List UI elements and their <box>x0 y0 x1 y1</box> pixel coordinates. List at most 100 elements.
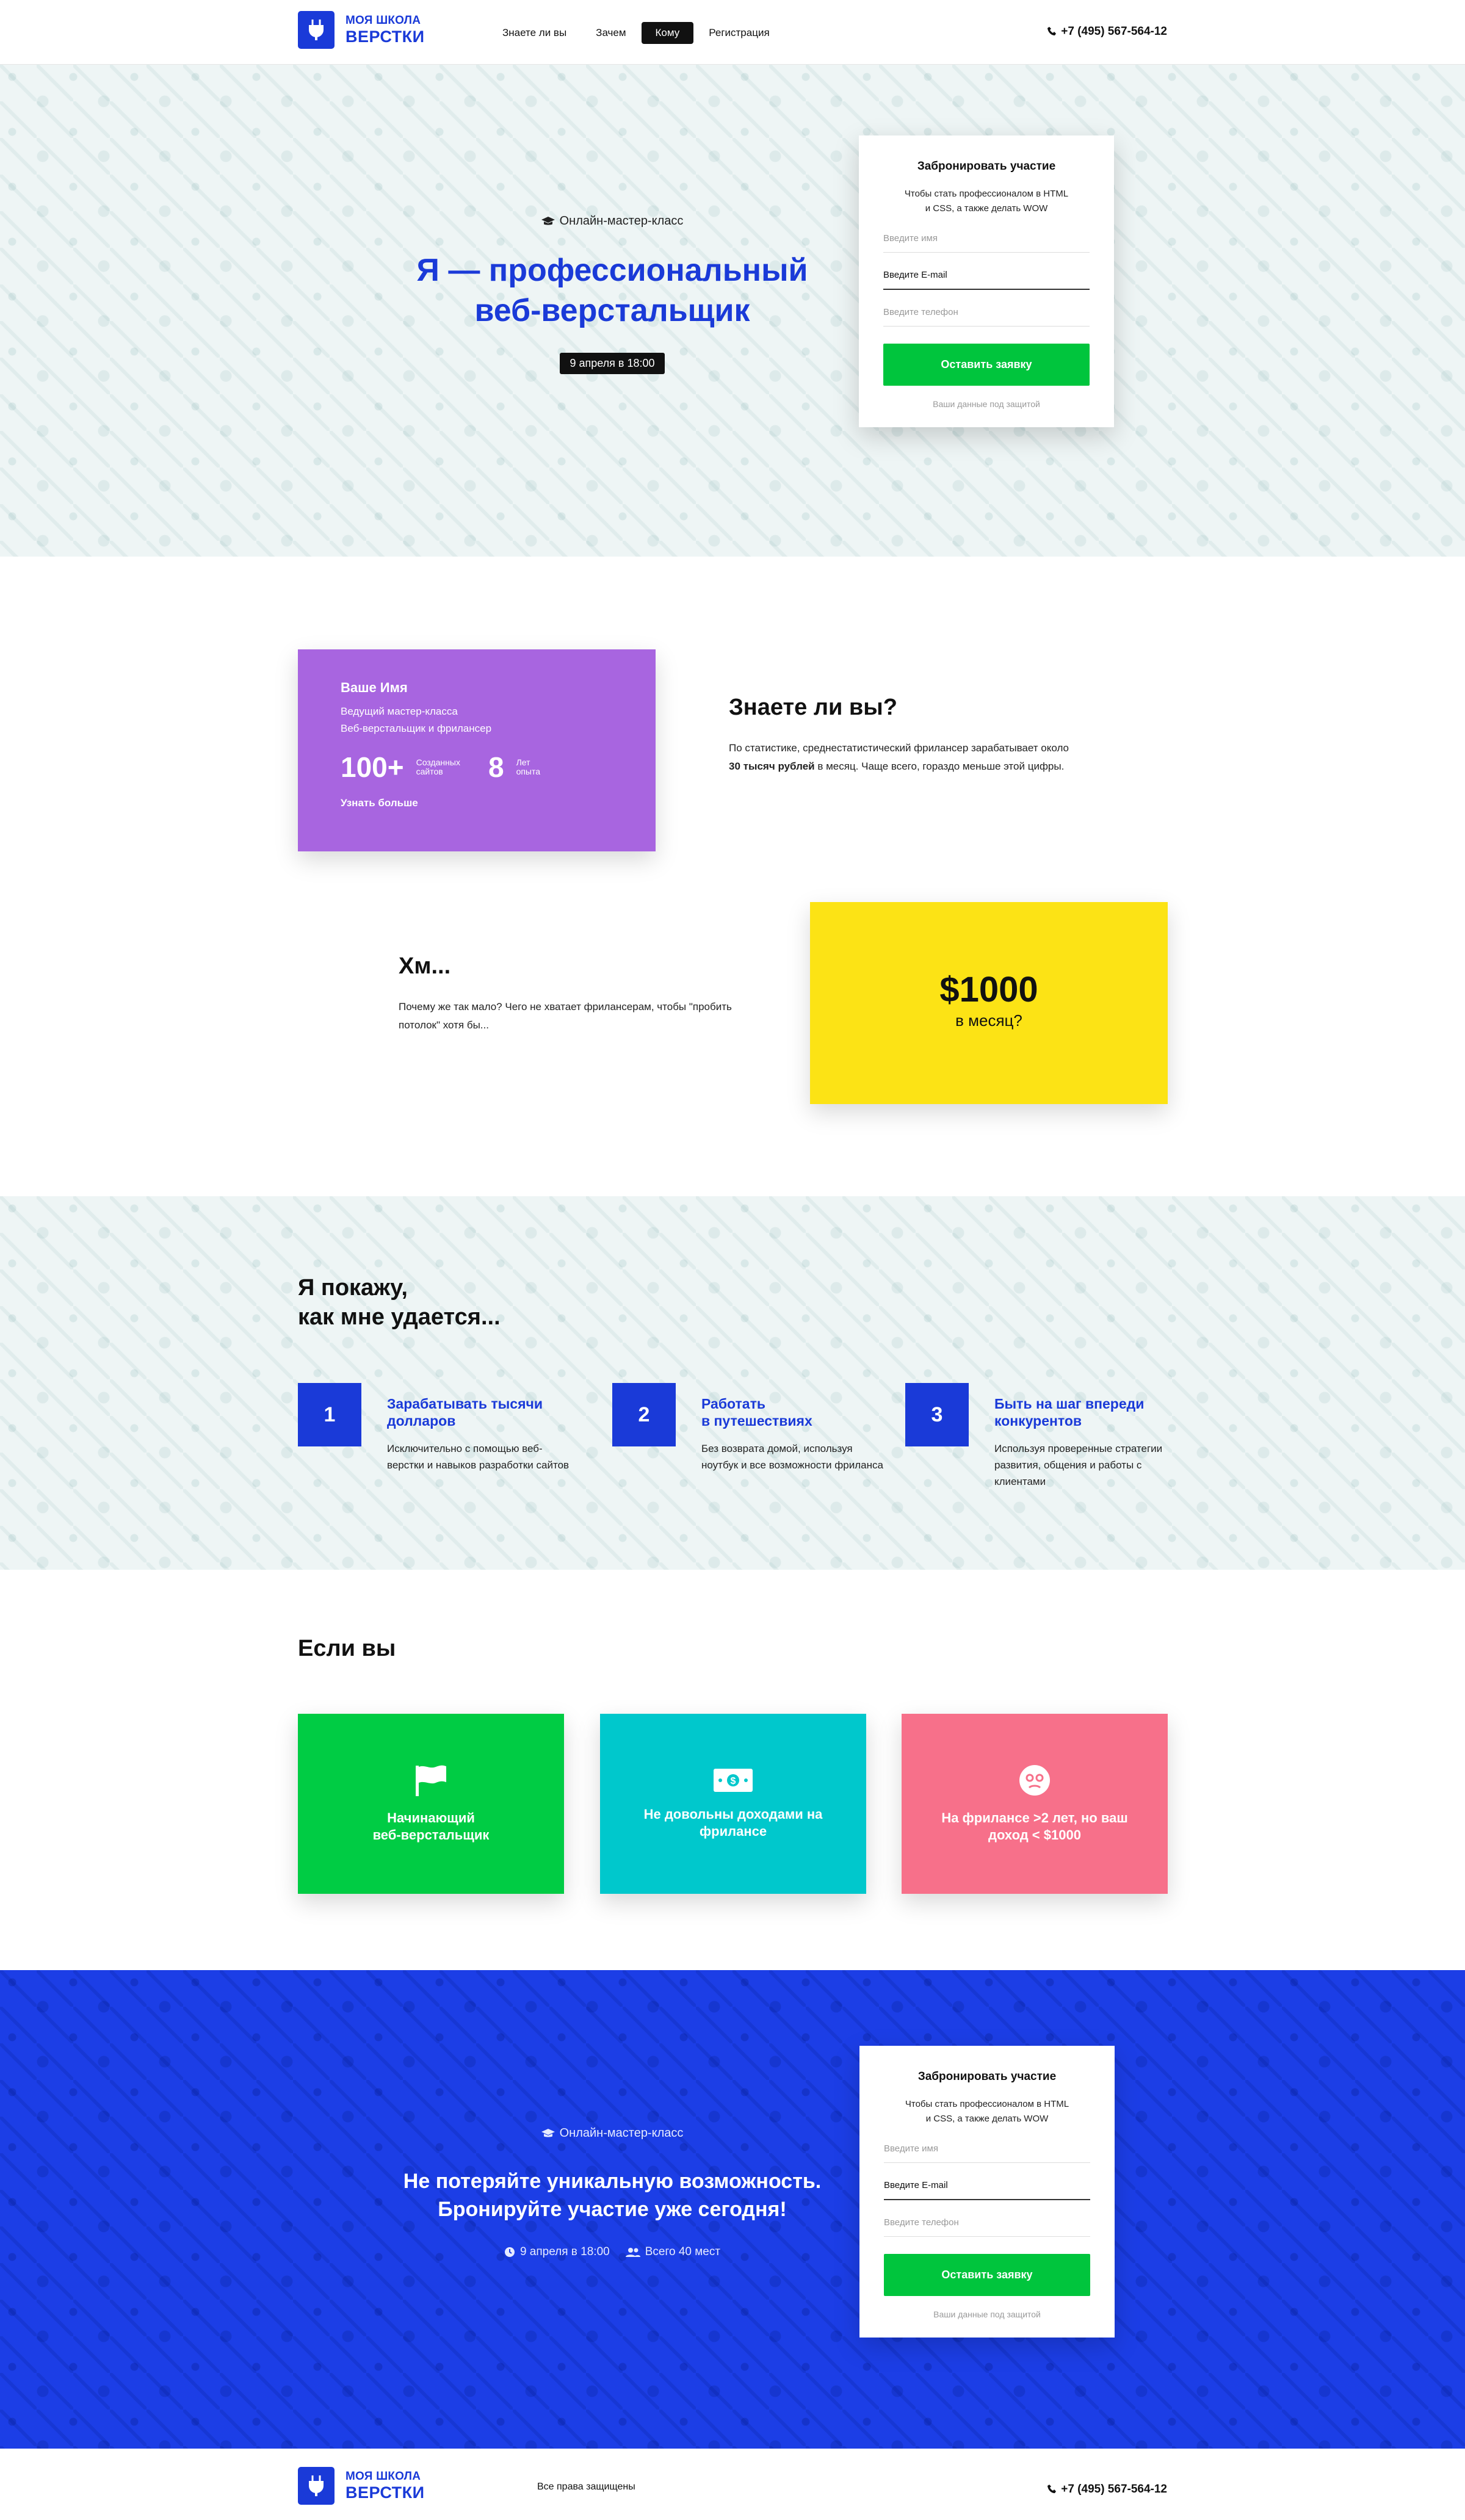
header-phone[interactable]: +7 (495) 567-564-12 <box>1038 25 1167 38</box>
site-header: МОЯ ШКОЛА ВЕРСТКИ Знаете ли вы Зачем Ком… <box>0 0 1465 65</box>
plug-icon <box>298 11 335 49</box>
logo[interactable]: МОЯ ШКОЛА ВЕРСТКИ <box>298 11 425 49</box>
email-field[interactable]: Введите E-mail <box>883 264 1090 290</box>
audience-card[interactable]: Начинающий веб-верстальщик <box>298 1714 564 1894</box>
money-period: в месяц? <box>955 1011 1022 1030</box>
hero-title-line2: веб-верстальщик <box>474 292 750 328</box>
audience-card-label: Начинающий веб-верстальщик <box>372 1810 490 1843</box>
secure-note: Ваши данные под защитой <box>933 2309 1041 2319</box>
clock-icon <box>504 2247 515 2257</box>
money-card: $1000 в месяц? <box>810 902 1168 1104</box>
audience-card[interactable]: На фрилансе >2 лет, но ваш доход < $1000 <box>902 1714 1168 1894</box>
phone-field[interactable]: Введите телефон <box>884 2211 1090 2237</box>
ifyou-title: Если вы <box>298 1636 396 1661</box>
audience-card[interactable]: $ Не довольны доходами на фрилансе <box>600 1714 866 1894</box>
audience-card-label: Не довольны доходами на фрилансе <box>643 1806 823 1839</box>
hero-date-badge: 9 апреля в 18:00 <box>560 352 665 374</box>
flag-icon <box>416 1765 446 1796</box>
submit-button[interactable]: Оставить заявку <box>883 344 1090 386</box>
logo-line2: ВЕРСТКИ <box>345 2483 425 2502</box>
booking-form: Забронировать участие Чтобы стать профес… <box>859 135 1114 427</box>
main-nav: Знаете ли вы Зачем Кому Регистрация <box>488 22 785 44</box>
graduation-cap-icon <box>541 216 555 225</box>
hero-section: Онлайн-мастер-класс Я — профессиональный… <box>0 65 1465 557</box>
stat-years-label: Лет опыта <box>516 757 541 776</box>
logo-line1: МОЯ ШКОЛА <box>345 2470 421 2483</box>
author-role-line1: Ведущий мастер-класса <box>341 706 458 717</box>
learn-more-link[interactable]: Узнать больше <box>341 797 613 809</box>
step-title: Быть на шаг впереди конкурентов <box>994 1396 1145 1429</box>
know-title: Знаете ли вы? <box>729 695 897 720</box>
hero-subtitle-text: Онлайн-мастер-класс <box>559 214 684 228</box>
form-desc: Чтобы стать профессионалом в HTML и CSS,… <box>883 187 1090 216</box>
step-number: 1 <box>298 1383 361 1446</box>
cta-meta: 9 апреля в 18:00 Всего 40 мест <box>298 2245 927 2259</box>
footer-logo[interactable]: МОЯ ШКОЛА ВЕРСТКИ <box>298 2467 425 2505</box>
cta-subtitle-text: Онлайн-мастер-класс <box>559 2126 684 2140</box>
author-card: Ваше Имя Ведущий мастер-класса Веб-верст… <box>298 649 656 851</box>
header-phone-text: +7 (495) 567-564-12 <box>1061 25 1167 38</box>
hero-subtitle: Онлайн-мастер-класс <box>541 214 684 228</box>
audience-card-label: На фрилансе >2 лет, но ваш доход < $1000 <box>941 1810 1128 1843</box>
cta-subtitle: Онлайн-мастер-класс <box>541 2126 684 2140</box>
name-field[interactable]: Введите имя <box>883 227 1090 253</box>
users-icon <box>625 2247 640 2257</box>
footer-phone-text: +7 (495) 567-564-12 <box>1061 2483 1167 2496</box>
cta-date: 9 апреля в 18:00 <box>504 2245 610 2259</box>
step-title: Работать в путешествиях <box>701 1396 812 1429</box>
steps-title: Я покажу, как мне удается... <box>298 1275 501 1330</box>
stat-years-num: 8 <box>488 751 504 783</box>
phone-icon <box>1047 27 1057 35</box>
cta-seats: Всего 40 мест <box>625 2245 721 2259</box>
footer-phone[interactable]: +7 (495) 567-564-12 <box>1038 2483 1167 2496</box>
submit-button[interactable]: Оставить заявку <box>884 2254 1090 2296</box>
nav-know[interactable]: Знаете ли вы <box>488 22 581 44</box>
logo-line1: МОЯ ШКОЛА <box>345 14 421 27</box>
name-field[interactable]: Введите имя <box>884 2137 1090 2163</box>
author-name: Ваше Имя <box>341 680 408 695</box>
know-block: Знаете ли вы? По статистике, среднестати… <box>729 695 1083 776</box>
step-desc: Без возврата домой, используя ноутбук и … <box>701 1443 883 1471</box>
nav-why[interactable]: Зачем <box>582 22 640 44</box>
hm-text: Почему же так мало? Чего не хватает фрил… <box>399 1001 732 1031</box>
step-number: 2 <box>612 1383 676 1446</box>
hero-title-line1: Я — профессиональный <box>416 252 808 288</box>
know-text: По статистике, среднестатистический фрил… <box>729 742 1069 772</box>
cta-seats-text: Всего 40 мест <box>645 2245 721 2258</box>
phone-icon <box>1047 2485 1057 2493</box>
cta-date-text: 9 апреля в 18:00 <box>519 2245 610 2258</box>
stat-sites-label: Созданных сайтов <box>416 757 460 776</box>
plug-icon <box>298 2467 335 2505</box>
stat-sites-num: 100+ <box>341 751 404 783</box>
graduation-cap-icon <box>541 2128 555 2137</box>
hm-block: Хм... Почему же так мало? Чего не хватае… <box>399 953 753 1034</box>
form-desc-line2: и CSS, а также делать WOW <box>925 203 1048 214</box>
step-desc: Исключительно с помощью веб-верстки и на… <box>387 1443 570 1471</box>
hm-title: Хм... <box>399 953 451 979</box>
hero-title: Я — профессиональный веб-верстальщик <box>298 250 927 331</box>
form-desc-line1: Чтобы стать профессионалом в HTML <box>904 189 1069 199</box>
steps-section: Я покажу, как мне удается... 1 Зарабатыва… <box>0 1196 1465 1570</box>
booking-form-bottom: Забронировать участие Чтобы стать профес… <box>859 2046 1115 2338</box>
phone-field[interactable]: Введите телефон <box>883 301 1090 327</box>
svg-text:$: $ <box>731 1776 736 1786</box>
site-footer: МОЯ ШКОЛА ВЕРСТКИ Все права защищены +7 … <box>0 2449 1465 2520</box>
cta-section: Онлайн-мастер-класс Не потеряйте уникаль… <box>0 1970 1465 2449</box>
money-amount: $1000 <box>939 970 1038 1009</box>
cta-title: Не потеряйте уникальную возможность. Брон… <box>403 2169 822 2221</box>
author-stats: 100+ Созданных сайтов 8 Лет опыта <box>341 751 613 784</box>
form-title: Забронировать участие <box>917 160 1056 173</box>
sad-face-icon <box>1019 1764 1050 1796</box>
money-icon: $ <box>714 1768 753 1792</box>
nav-whom[interactable]: Кому <box>641 22 694 44</box>
secure-note: Ваши данные под защитой <box>933 399 1040 409</box>
footer-rights: Все права защищены <box>537 2482 635 2492</box>
form-desc: Чтобы стать профессионалом в HTML и CSS,… <box>905 2099 1069 2124</box>
author-role: Ведущий мастер-класса Веб-верстальщик и … <box>341 703 613 737</box>
step-desc: Используя проверенные стратегии развития… <box>994 1443 1163 1487</box>
step-number: 3 <box>905 1383 969 1446</box>
nav-register[interactable]: Регистрация <box>695 22 783 44</box>
logo-line2: ВЕРСТКИ <box>345 27 425 46</box>
email-field[interactable]: Введите E-mail <box>884 2174 1090 2200</box>
author-role-line2: Веб-верстальщик и фрилансер <box>341 723 492 734</box>
